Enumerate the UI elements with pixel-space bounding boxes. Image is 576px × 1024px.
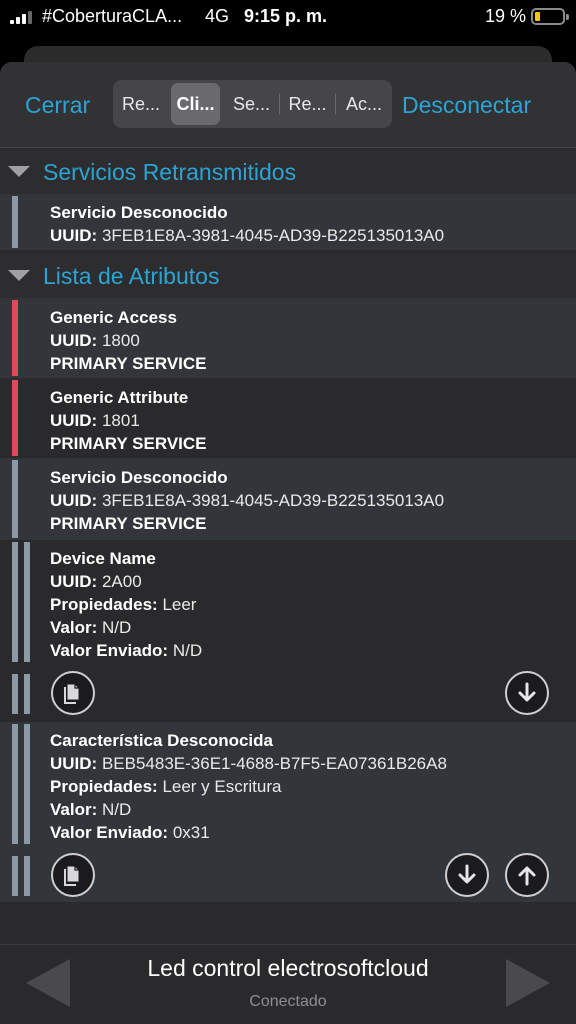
attribute-uuid: UUID: 1800 [50, 331, 140, 350]
characteristic-indicator-bar [24, 674, 30, 714]
copy-icon [64, 865, 80, 886]
service-indicator-bar [12, 724, 18, 844]
attribute-type: PRIMARY SERVICE [50, 514, 207, 533]
segment-4[interactable]: Ac... [336, 80, 392, 128]
characteristic-indicator-bar [24, 724, 30, 844]
list-item-characteristic[interactable]: Device Name UUID: 2A00 Propiedades: Leer… [0, 540, 576, 722]
list-item-attribute[interactable]: Servicio Desconocido UUID: 3FEB1E8A-3981… [0, 458, 576, 540]
characteristic-indicator-bar [24, 542, 30, 662]
list-item-retransmitted-service[interactable]: Servicio Desconocido UUID: 3FEB1E8A-3981… [0, 194, 576, 250]
service-indicator-bar [12, 674, 18, 714]
arrow-up-icon [518, 866, 536, 886]
attribute-type: PRIMARY SERVICE [50, 434, 207, 453]
collapse-triangle-icon [8, 166, 30, 177]
attribute-name: Servicio Desconocido [50, 468, 228, 487]
copy-icon [64, 683, 80, 704]
segment-3[interactable]: Re... [280, 80, 335, 128]
characteristic-uuid: UUID: BEB5483E-36E1-4688-B7F5-EA07361B26… [50, 754, 447, 773]
write-button[interactable] [505, 853, 549, 897]
signal-icon [10, 10, 36, 24]
copy-button[interactable] [51, 671, 95, 715]
segment-0[interactable]: Re... [113, 80, 169, 128]
status-bar: #CoberturaCLA... 4G 9:15 p. m. 19 % [0, 0, 576, 34]
segment-1[interactable]: Cli... [171, 83, 220, 125]
attribute-type: PRIMARY SERVICE [50, 354, 207, 373]
service-indicator-bar [12, 856, 18, 896]
service-indicator-bar [12, 460, 18, 538]
device-sheet: Cerrar Re... Cli... Se... Re... Ac... De… [0, 62, 576, 1024]
battery-icon [531, 8, 569, 25]
section-header-retransmitted[interactable]: Servicios Retransmitidos [0, 150, 576, 194]
service-indicator-bar [12, 196, 18, 248]
disconnect-button[interactable]: Desconectar [402, 92, 531, 119]
attribute-name: Generic Access [50, 308, 177, 327]
next-device-arrow-icon[interactable] [506, 959, 550, 1007]
characteristic-sent-value: Valor Enviado: 0x31 [50, 823, 210, 842]
close-button[interactable]: Cerrar [25, 92, 90, 119]
carrier-name: #CoberturaCLA... [42, 6, 183, 26]
characteristic-properties: Propiedades: Leer [50, 595, 197, 614]
characteristic-value: Valor: N/D [50, 800, 132, 819]
service-indicator-bar [12, 300, 18, 376]
arrow-down-icon [518, 682, 536, 702]
footer-bar: Led control electrosoftcloud Conectado [0, 944, 576, 1024]
read-button[interactable] [505, 671, 549, 715]
segmented-control: Re... Cli... Se... Re... Ac... [113, 80, 392, 128]
nav-bar: Cerrar Re... Cli... Se... Re... Ac... De… [0, 62, 576, 148]
characteristic-name: Device Name [50, 549, 156, 568]
segment-2[interactable]: Se... [224, 80, 279, 128]
characteristic-properties: Propiedades: Leer y Escritura [50, 777, 282, 796]
device-name: Led control electrosoftcloud [147, 955, 429, 981]
section-title: Lista de Atributos [43, 263, 220, 289]
list-item-attribute[interactable]: Generic Access UUID: 1800 PRIMARY SERVIC… [0, 298, 576, 378]
section-header-attributes[interactable]: Lista de Atributos [0, 254, 576, 298]
list-item-characteristic[interactable]: Característica Desconocida UUID: BEB5483… [0, 722, 576, 902]
service-indicator-bar [12, 542, 18, 662]
collapse-triangle-icon [8, 270, 30, 281]
arrow-down-icon [458, 864, 476, 884]
network-type: 4G [205, 6, 230, 26]
attribute-uuid: UUID: 1801 [50, 411, 140, 430]
characteristic-sent-value: Valor Enviado: N/D [50, 641, 203, 660]
characteristic-indicator-bar [24, 856, 30, 896]
battery-percent: 19 % [485, 6, 527, 26]
section-title: Servicios Retransmitidos [43, 159, 297, 185]
list-item-attribute[interactable]: Generic Attribute UUID: 1801 PRIMARY SER… [0, 378, 576, 458]
service-name: Servicio Desconocido [50, 203, 228, 222]
attribute-name: Generic Attribute [50, 388, 189, 407]
attribute-uuid: UUID: 3FEB1E8A-3981-4045-AD39-B225135013… [50, 491, 445, 510]
read-button[interactable] [445, 853, 489, 897]
service-uuid: UUID: 3FEB1E8A-3981-4045-AD39-B225135013… [50, 226, 445, 245]
characteristic-name: Característica Desconocida [50, 731, 273, 750]
service-indicator-bar [12, 380, 18, 456]
characteristic-uuid: UUID: 2A00 [50, 572, 142, 591]
characteristic-value: Valor: N/D [50, 618, 132, 637]
clock: 9:15 p. m. [244, 6, 328, 26]
copy-button[interactable] [51, 853, 95, 897]
connection-status: Conectado [249, 993, 327, 1010]
